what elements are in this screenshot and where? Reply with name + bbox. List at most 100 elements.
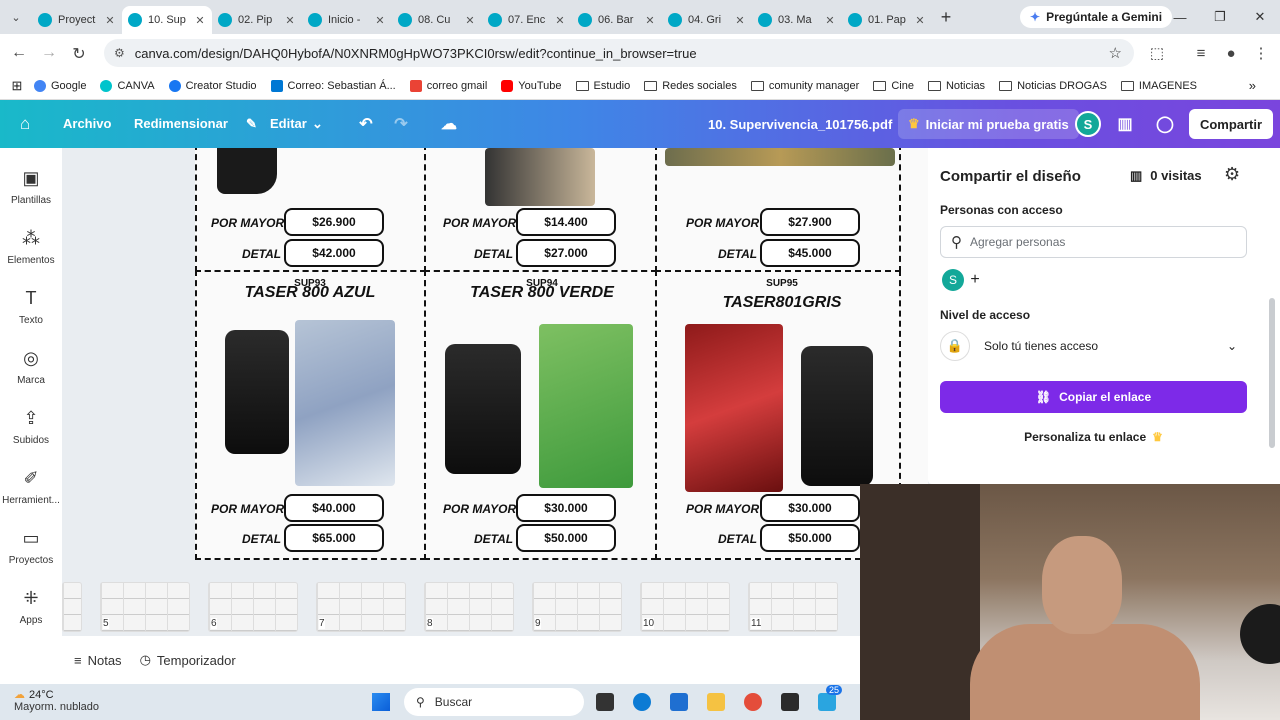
bookmark-folder-cine[interactable]: Cine: [873, 80, 914, 92]
catalog-page[interactable]: POR MAYOR $26.900 DETAL $42.000 POR MAYO…: [195, 148, 928, 560]
analytics-icon[interactable]: ▥: [1114, 113, 1136, 135]
comments-icon[interactable]: ◯: [1154, 113, 1176, 135]
app-icon[interactable]: [781, 693, 799, 711]
share-panel-scrollbar[interactable]: [1264, 148, 1280, 484]
wholesale-price[interactable]: $30.000: [516, 494, 616, 522]
gear-icon[interactable]: ⚙: [1224, 164, 1240, 185]
reading-list-icon[interactable]: ≡: [1188, 39, 1214, 67]
edge-icon[interactable]: [633, 693, 651, 711]
restore-icon[interactable]: ❐: [1200, 0, 1240, 34]
wholesale-price[interactable]: $40.000: [284, 494, 384, 522]
share-button[interactable]: Compartir: [1189, 109, 1273, 139]
undo-icon[interactable]: ↶: [355, 113, 377, 135]
taskbar-search[interactable]: ⚲ Buscar: [404, 688, 584, 716]
product-image[interactable]: [485, 148, 595, 206]
sidebar-item-uploads[interactable]: ⇪ Subidos: [0, 408, 62, 446]
page-thumbnail[interactable]: 8: [424, 582, 514, 632]
file-explorer-icon[interactable]: [707, 693, 725, 711]
page-thumbnail[interactable]: 9: [532, 582, 622, 632]
bookmark-creator-studio[interactable]: Creator Studio: [168, 79, 257, 92]
resize-menu[interactable]: Redimensionar: [134, 116, 228, 131]
timer-button[interactable]: Temporizador: [157, 653, 236, 668]
back-icon[interactable]: ←: [4, 44, 34, 62]
scrollbar-thumb[interactable]: [1269, 298, 1275, 448]
trial-button[interactable]: ♛ Iniciar mi prueba gratis: [898, 109, 1079, 139]
site-info-icon[interactable]: ⚙: [114, 46, 125, 60]
close-icon[interactable]: ✕: [104, 14, 116, 27]
apps-grid-icon[interactable]: ⊞: [0, 78, 34, 94]
tab-4[interactable]: Inicio - ✕: [302, 6, 392, 34]
product-box-image[interactable]: [685, 324, 783, 492]
add-person-icon[interactable]: +: [964, 269, 986, 291]
profile-avatar-icon[interactable]: ●: [1218, 39, 1244, 67]
more-menu-icon[interactable]: ⋮: [1248, 39, 1274, 67]
add-people-input[interactable]: ⚲ Agregar personas: [940, 226, 1247, 258]
store-icon[interactable]: [670, 693, 688, 711]
customize-link-button[interactable]: Personaliza tu enlace ♛: [940, 430, 1247, 444]
product-image[interactable]: [217, 148, 277, 194]
close-icon[interactable]: ✕: [554, 14, 566, 27]
bookmark-folder-estudio[interactable]: Estudio: [575, 80, 630, 92]
bookmark-canva[interactable]: CANVA: [100, 79, 155, 92]
extensions-icon[interactable]: ⬚: [1144, 39, 1170, 67]
sidebar-item-projects[interactable]: ▭ Proyectos: [0, 528, 62, 566]
close-icon[interactable]: ✕: [644, 14, 656, 27]
page-thumbnail[interactable]: 6: [208, 582, 298, 632]
close-icon[interactable]: ✕: [914, 14, 926, 27]
close-icon[interactable]: ✕: [374, 14, 386, 27]
wholesale-price[interactable]: $14.400: [516, 208, 616, 236]
sidebar-item-tools[interactable]: ✐ Herramient...: [0, 468, 62, 506]
taser-device-image[interactable]: [225, 330, 289, 454]
bookmark-correo[interactable]: Correo: Sebastian Á...: [270, 79, 396, 92]
product-title[interactable]: TASER 800 AZUL: [195, 284, 425, 302]
bookmark-gmail[interactable]: correo gmail: [409, 79, 487, 92]
tab-9[interactable]: 03. Ma ✕: [752, 6, 842, 34]
visits-count[interactable]: ▥ 0 visitas: [1130, 168, 1202, 184]
retail-price[interactable]: $50.000: [760, 524, 860, 552]
tab-5[interactable]: 08. Cu ✕: [392, 6, 482, 34]
bookmark-folder-noticias-drogas[interactable]: Noticias DROGAS: [999, 80, 1107, 92]
retail-price[interactable]: $45.000: [760, 239, 860, 267]
page-thumbnail[interactable]: 5: [100, 582, 190, 632]
retail-price[interactable]: $50.000: [516, 524, 616, 552]
tab-3[interactable]: 02. Pip ✕: [212, 6, 302, 34]
page-thumbnail[interactable]: 7: [316, 582, 406, 632]
edit-menu[interactable]: Editar: [270, 116, 307, 131]
bookmark-google[interactable]: Google: [34, 79, 86, 92]
close-icon[interactable]: ✕: [464, 14, 476, 27]
design-canvas[interactable]: POR MAYOR $26.900 DETAL $42.000 POR MAYO…: [62, 148, 928, 576]
notes-button[interactable]: Notas: [88, 653, 122, 668]
sidebar-item-elements[interactable]: ⁂ Elementos: [0, 228, 62, 266]
product-box-image[interactable]: [295, 320, 395, 486]
close-icon[interactable]: ✕: [734, 14, 746, 27]
close-icon[interactable]: ✕: [194, 14, 206, 27]
home-icon[interactable]: ⌂: [20, 114, 30, 134]
product-title[interactable]: TASER801GRIS: [667, 294, 897, 312]
bookmark-folder-comunity[interactable]: comunity manager: [750, 80, 859, 92]
wholesale-price[interactable]: $27.900: [760, 208, 860, 236]
gemini-button[interactable]: ✦ Pregúntale a Gemini: [1020, 6, 1173, 28]
telegram-icon[interactable]: 25: [818, 685, 842, 711]
product-box-image[interactable]: [539, 324, 633, 488]
close-icon[interactable]: ✕: [284, 14, 296, 27]
wholesale-price[interactable]: $26.900: [284, 208, 384, 236]
page-thumbnail[interactable]: 11: [748, 582, 838, 632]
close-window-icon[interactable]: ✕: [1240, 0, 1280, 34]
copy-link-button[interactable]: ⛓ Copiar el enlace: [940, 381, 1247, 413]
tab-6[interactable]: 07. Enc ✕: [482, 6, 572, 34]
sidebar-item-brand[interactable]: ◎ Marca: [0, 348, 62, 386]
tab-10[interactable]: 01. Pap ✕: [842, 6, 932, 34]
tab-8[interactable]: 04. Gri ✕: [662, 6, 752, 34]
bookmarks-overflow-icon[interactable]: »: [1249, 78, 1256, 93]
new-tab-button[interactable]: +: [932, 7, 960, 28]
cloud-saved-icon[interactable]: ☁: [438, 113, 460, 135]
tab-7[interactable]: 06. Bar ✕: [572, 6, 662, 34]
taser-device-image[interactable]: [445, 344, 521, 474]
tab-1[interactable]: Proyect ✕: [32, 6, 122, 34]
bookmark-youtube[interactable]: YouTube: [501, 79, 562, 92]
tab-2[interactable]: 10. Sup ✕: [122, 6, 212, 34]
file-menu[interactable]: Archivo: [63, 116, 111, 131]
close-icon[interactable]: ✕: [824, 14, 836, 27]
wholesale-price[interactable]: $30.000: [760, 494, 860, 522]
access-level-select[interactable]: 🔒 Solo tú tienes acceso ⌄: [940, 330, 1247, 362]
